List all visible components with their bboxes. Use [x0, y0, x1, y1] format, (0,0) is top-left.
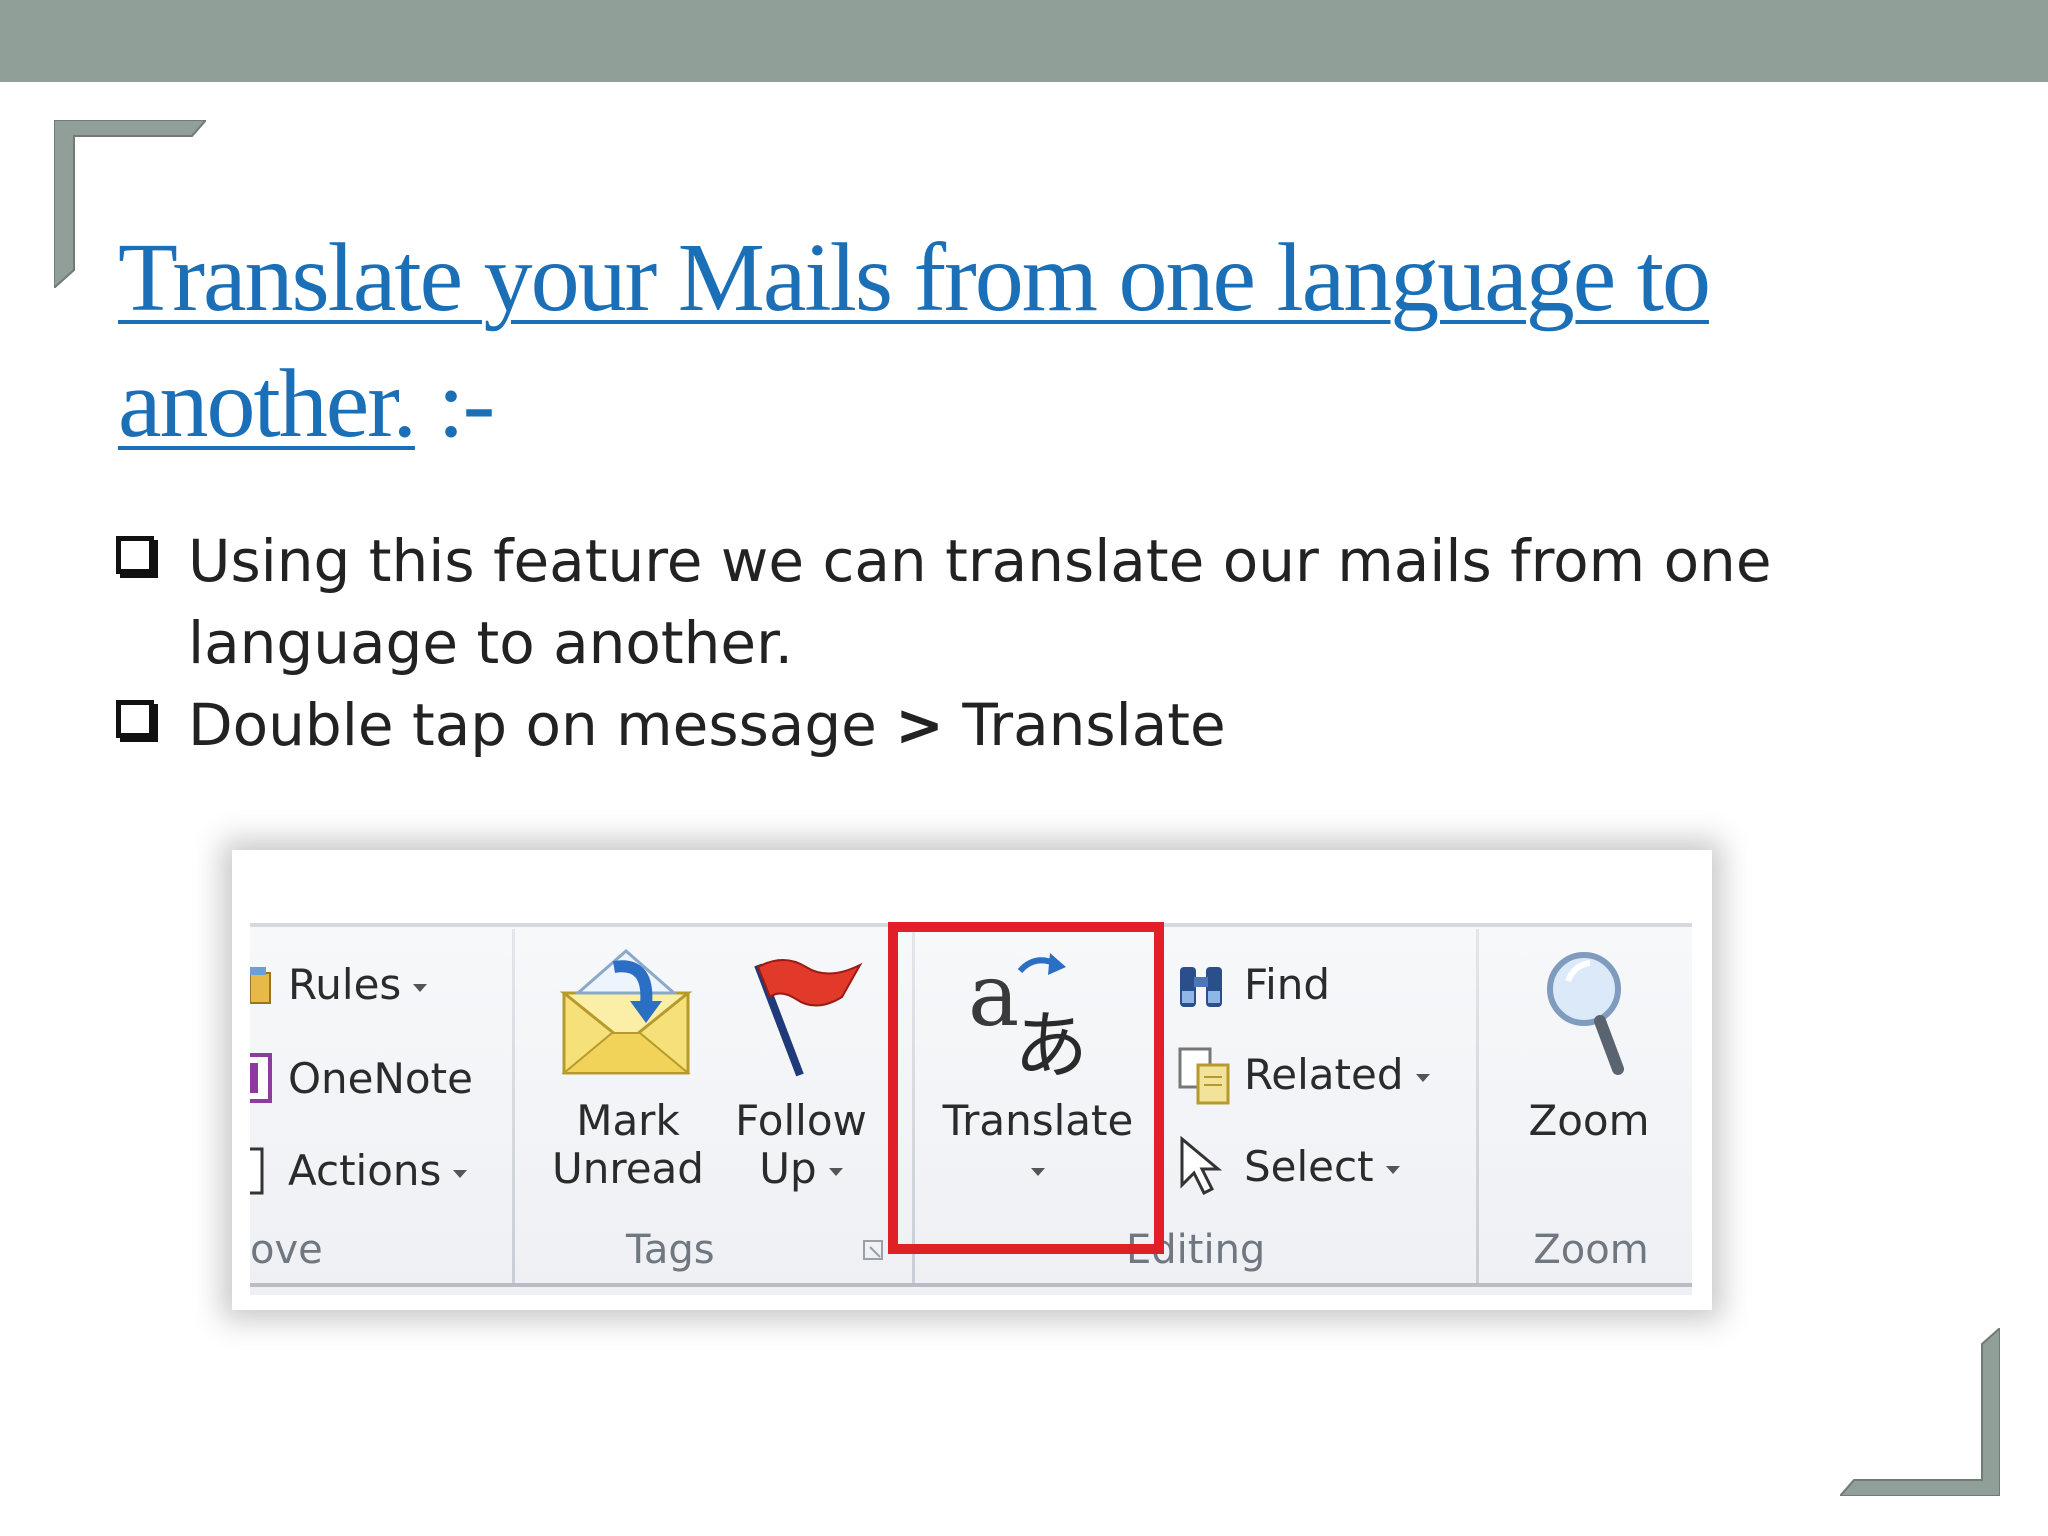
- follow-up-flag-icon: [754, 959, 863, 1077]
- bullet-item: Using this feature we can translate our …: [112, 520, 1992, 684]
- rules-button[interactable]: Rules: [288, 961, 428, 1009]
- onenote-button[interactable]: OneNote: [288, 1055, 473, 1103]
- slide-title: Translate your Mails from one language t…: [118, 215, 1978, 467]
- dropdown-arrow-icon: [453, 1169, 468, 1178]
- group-label-move: ove: [250, 1227, 323, 1273]
- mark-unread-label-line1: Mark: [576, 1096, 680, 1145]
- bullet-text-before: Double tap on message: [188, 691, 896, 759]
- dropdown-arrow-icon: [1385, 1165, 1400, 1174]
- bullet-list: Using this feature we can translate our …: [112, 520, 1992, 766]
- mark-unread-label-line2: Unread: [552, 1144, 704, 1193]
- related-icon: [1178, 1047, 1230, 1105]
- corner-bracket-bottom-right: [1840, 1328, 2000, 1496]
- bullet-text: Using this feature we can translate our …: [188, 527, 1772, 677]
- top-band: [0, 0, 2048, 82]
- bullet-item: Double tap on message > Translate: [112, 684, 1992, 766]
- ribbon-bottom-line: [250, 1283, 1692, 1287]
- select-button[interactable]: Select: [1244, 1143, 1400, 1191]
- checkbox-bullet-icon: [116, 700, 154, 738]
- find-button[interactable]: Find: [1244, 961, 1330, 1009]
- dropdown-arrow-icon: [1415, 1073, 1430, 1082]
- onenote-icon: [250, 1053, 272, 1103]
- translate-highlight-box: [888, 922, 1164, 1254]
- dropdown-arrow-icon: [828, 1167, 843, 1176]
- group-label-tags: Tags: [626, 1227, 715, 1273]
- bullet-arrow: >: [895, 691, 944, 759]
- dialog-launcher-icon[interactable]: [862, 1239, 886, 1263]
- bullet-text-after: Translate: [943, 691, 1226, 759]
- title-link[interactable]: Translate your Mails from one language t…: [118, 224, 1711, 458]
- zoom-magnifier-icon: [1547, 952, 1624, 1075]
- zoom-button[interactable]: Zoom: [1514, 1097, 1664, 1145]
- rules-icon: [250, 967, 271, 1004]
- select-cursor-icon: [1180, 1135, 1222, 1195]
- actions-button[interactable]: Actions: [288, 1147, 468, 1195]
- group-separator: [1476, 929, 1479, 1283]
- mark-unread-button[interactable]: Mark Unread: [542, 1097, 714, 1193]
- group-label-zoom: Zoom: [1533, 1227, 1649, 1273]
- group-separator: [512, 929, 515, 1283]
- mark-unread-envelope-icon: [559, 949, 693, 1075]
- follow-up-label-line1: Follow: [735, 1096, 867, 1145]
- actions-icon: [250, 1147, 264, 1195]
- checkbox-bullet-icon: [116, 536, 154, 574]
- dropdown-arrow-icon: [413, 983, 428, 992]
- title-suffix: :-: [414, 350, 495, 458]
- find-binoculars-icon: [1180, 967, 1222, 1007]
- related-button[interactable]: Related: [1244, 1051, 1430, 1099]
- follow-up-label-line2: Up: [759, 1144, 817, 1193]
- follow-up-button[interactable]: Follow Up: [726, 1097, 876, 1193]
